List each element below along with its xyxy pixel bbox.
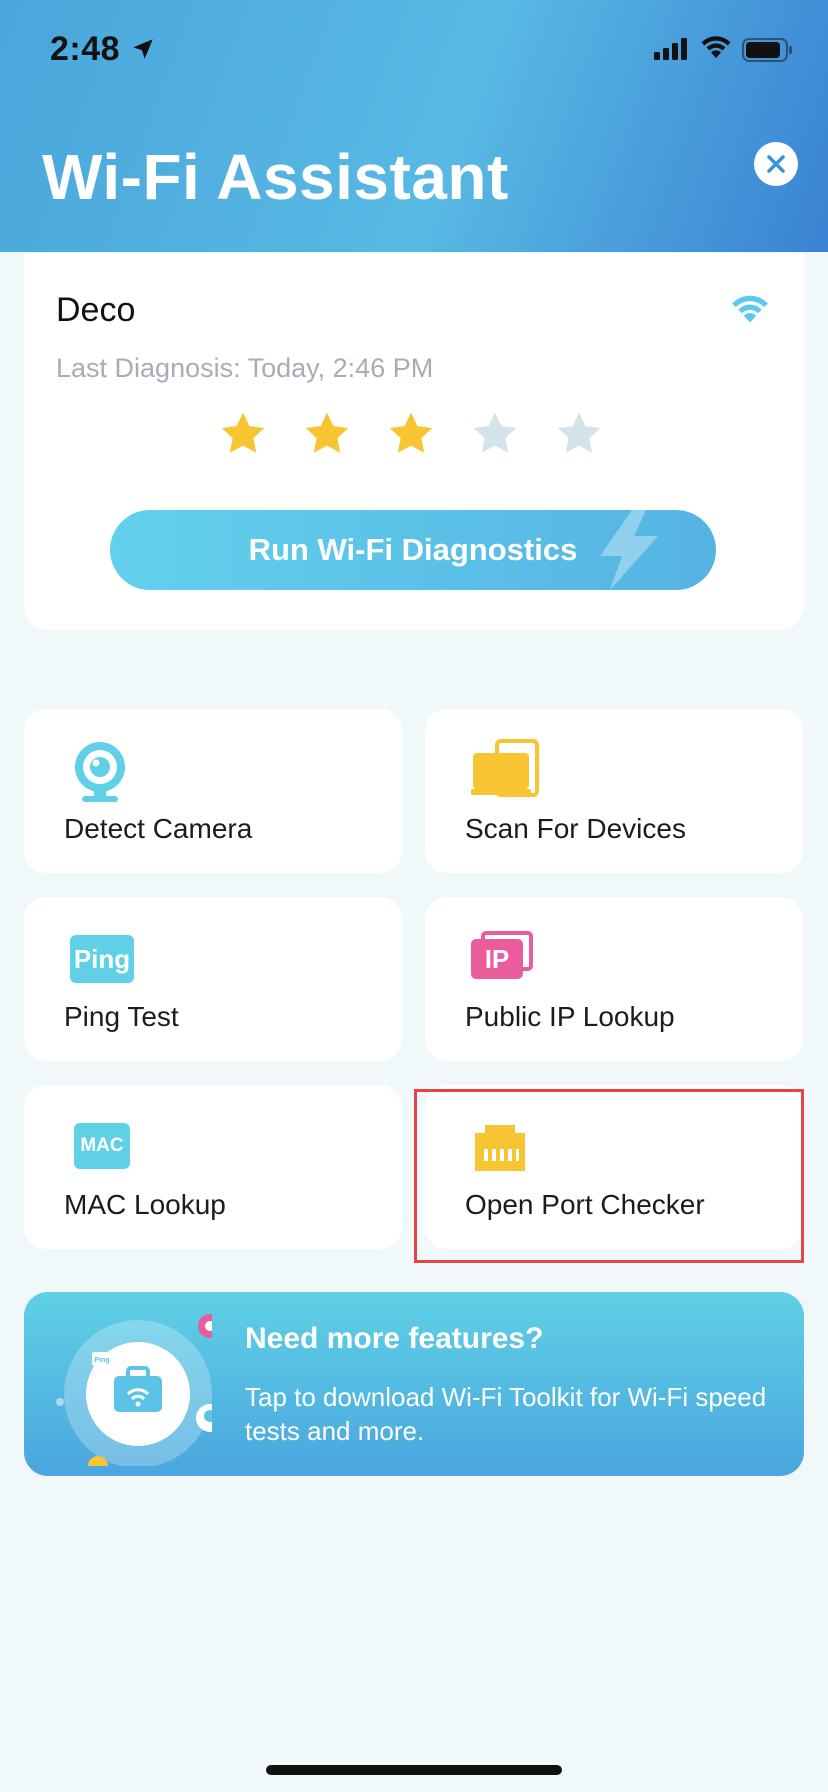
ping-icon: Ping (70, 935, 134, 983)
ping-icon-text: Ping (73, 943, 131, 974)
cellular-signal-icon (654, 38, 687, 60)
tile-label: Public IP Lookup (465, 1001, 675, 1032)
tile-label: Detect Camera (64, 813, 253, 844)
wifi-icon (732, 295, 768, 323)
location-arrow-icon (133, 39, 153, 59)
tile-label: Open Port Checker (465, 1189, 705, 1220)
status-bar: 2:48 (0, 0, 828, 100)
star-empty-icon (473, 412, 517, 453)
devices-icon (471, 739, 539, 797)
tile-label: Scan For Devices (465, 813, 686, 844)
rating-stars (218, 409, 604, 459)
toolkit-illustration: Ping (56, 1314, 212, 1466)
tile-label: MAC Lookup (64, 1189, 226, 1220)
home-indicator (266, 1765, 562, 1775)
close-button[interactable] (754, 142, 798, 186)
run-diagnostics-button[interactable]: Run Wi-Fi Diagnostics (110, 510, 716, 590)
run-diagnostics-label: Run Wi-Fi Diagnostics (248, 532, 578, 567)
ping-badge-text: Ping (94, 1357, 109, 1364)
ethernet-port-icon (475, 1125, 525, 1171)
tile-detect-camera[interactable]: Detect Camera (24, 709, 402, 873)
tile-scan-devices[interactable]: Scan For Devices (425, 709, 803, 873)
lightning-bolt-icon (600, 510, 658, 590)
tile-label: Ping Test (64, 1001, 179, 1032)
battery-icon (742, 38, 792, 62)
ip-icon-text: IP (484, 943, 510, 974)
tile-mac-lookup[interactable]: MAC MAC Lookup (24, 1085, 402, 1249)
tile-open-port-checker[interactable]: Open Port Checker (425, 1085, 803, 1249)
camera-icon (75, 742, 125, 802)
page-title: Wi-Fi Assistant (42, 141, 509, 213)
network-card: Deco Last Diagnosis: Today, 2:46 PM Run … (24, 253, 804, 630)
wifi-status-icon (701, 36, 731, 58)
tile-public-ip-lookup[interactable]: IP Public IP Lookup (425, 897, 803, 1061)
promo-text: Tap to download Wi-Fi Toolkit for Wi-Fi … (245, 1382, 767, 1446)
header: 2:48 Wi-Fi Assistant (0, 0, 828, 252)
star-filled-icon (221, 412, 265, 453)
status-time: 2:48 (50, 30, 121, 68)
promo-banner[interactable]: Ping Need more features? Tap to download… (24, 1292, 804, 1476)
star-filled-icon (305, 412, 349, 453)
network-name: Deco (56, 291, 136, 329)
star-empty-icon (557, 412, 601, 453)
mac-icon-text: MAC (80, 1135, 124, 1156)
tile-ping-test[interactable]: Ping Ping Test (24, 897, 402, 1061)
star-filled-icon (389, 412, 433, 453)
mac-icon: MAC (74, 1123, 130, 1169)
ip-icon: IP (471, 931, 535, 983)
close-icon (767, 155, 785, 173)
last-diagnosis-text: Last Diagnosis: Today, 2:46 PM (56, 353, 434, 383)
promo-title: Need more features? (245, 1322, 544, 1355)
